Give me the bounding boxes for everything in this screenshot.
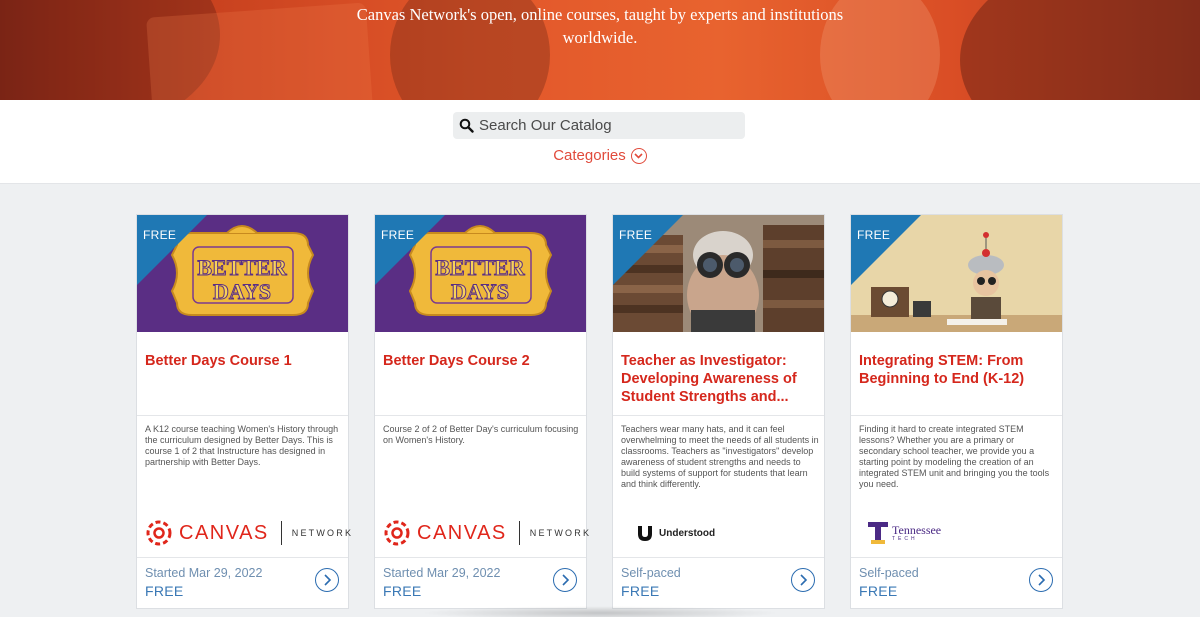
- provider-logo: CANVAS NETWORK: [383, 518, 589, 548]
- tennessee-wordmark: Tennessee: [892, 522, 942, 537]
- provider-logo: CANVAS NETWORK: [145, 518, 351, 548]
- search-input[interactable]: [479, 112, 734, 139]
- understood-logo-icon: [638, 526, 652, 541]
- svg-text:BETTER: BETTER: [435, 255, 525, 280]
- course-title[interactable]: Better Days Course 2: [383, 352, 579, 370]
- logo-separator: [280, 521, 282, 545]
- open-course-button[interactable]: [315, 568, 339, 592]
- course-start: Started Mar 29, 2022: [145, 566, 263, 580]
- canvas-wordmark: CANVAS: [417, 521, 507, 544]
- hero-tagline-line: Canvas Network's open, online courses, t…: [356, 5, 844, 24]
- course-start: Self-paced: [621, 566, 681, 580]
- course-thumbnail[interactable]: FREE: [851, 215, 1062, 332]
- course-title[interactable]: Integrating STEM: From Beginning to End …: [859, 352, 1055, 388]
- canvas-logo-icon: [146, 520, 172, 546]
- divider: [613, 415, 824, 416]
- free-badge: [613, 215, 683, 285]
- search-icon: [453, 112, 479, 139]
- tennessee-tech-logo: Tennessee TECH: [868, 522, 941, 544]
- scroll-shadow: [420, 606, 780, 617]
- canvas-network-logo: CANVAS NETWORK: [383, 519, 591, 547]
- svg-text:BETTER: BETTER: [197, 255, 287, 280]
- free-badge-label: FREE: [143, 228, 177, 242]
- course-card[interactable]: FREE Integrating STEM: From Beginning to…: [850, 214, 1063, 609]
- provider-logo: Understood: [621, 518, 817, 548]
- provider-logo: Tennessee TECH: [859, 518, 1055, 548]
- open-course-button[interactable]: [1029, 568, 1053, 592]
- svg-text:DAYS: DAYS: [451, 279, 509, 304]
- tennessee-tech-logo-icon: [868, 522, 888, 544]
- course-price: FREE: [383, 583, 422, 599]
- free-badge-label: FREE: [381, 228, 415, 242]
- course-description: Finding it hard to create integrated STE…: [859, 424, 1050, 489]
- free-badge: [137, 215, 207, 285]
- course-description: Teachers wear many hats, and it can feel…: [621, 424, 819, 489]
- course-start: Self-paced: [859, 566, 919, 580]
- search-section: Categories: [0, 100, 1200, 184]
- search-box[interactable]: [453, 112, 745, 139]
- hero-tagline: Canvas Network's open, online courses, t…: [0, 3, 1200, 49]
- course-title[interactable]: Teacher as Investigator: Developing Awar…: [621, 352, 817, 406]
- categories-dropdown[interactable]: Categories: [0, 147, 1200, 164]
- understood-wordmark: Understood: [659, 527, 716, 539]
- course-description: A K12 course teaching Women's History th…: [145, 424, 339, 467]
- course-price: FREE: [621, 583, 660, 599]
- free-badge: [851, 215, 921, 285]
- open-course-button[interactable]: [553, 568, 577, 592]
- network-wordmark: NETWORK: [291, 528, 354, 538]
- canvas-wordmark: CANVAS: [179, 521, 269, 544]
- course-card[interactable]: BETTER DAYS FREE Better Days Course 1 A …: [136, 214, 351, 609]
- free-badge: [375, 215, 445, 285]
- divider: [375, 415, 586, 416]
- divider: [851, 557, 1062, 558]
- network-wordmark: NETWORK: [529, 528, 592, 538]
- course-start: Started Mar 29, 2022: [383, 566, 501, 580]
- course-price: FREE: [145, 583, 184, 599]
- course-thumbnail[interactable]: BETTER DAYS FREE: [137, 215, 348, 332]
- course-card[interactable]: BETTER DAYS FREE Better Days Course 2 Co…: [374, 214, 589, 609]
- logo-separator: [518, 521, 520, 545]
- chevron-down-circle-icon: [630, 147, 647, 164]
- canvas-network-logo: CANVAS NETWORK: [145, 519, 353, 547]
- course-description: Course 2 of 2 of Better Day's curriculum…: [383, 424, 579, 445]
- free-badge-label: FREE: [619, 228, 653, 242]
- chevron-right-icon: [1038, 574, 1046, 586]
- course-thumbnail[interactable]: BETTER DAYS FREE: [375, 215, 586, 332]
- divider: [137, 415, 348, 416]
- chevron-right-icon: [324, 574, 332, 586]
- understood-logo: Understood: [636, 524, 715, 542]
- chevron-right-icon: [800, 574, 808, 586]
- hero-tagline-line: worldwide.: [562, 28, 638, 47]
- course-title[interactable]: Better Days Course 1: [145, 352, 341, 370]
- canvas-logo-icon: [384, 520, 410, 546]
- hero-banner: Canvas Network's open, online courses, t…: [0, 0, 1200, 100]
- divider: [851, 415, 1062, 416]
- divider: [137, 557, 348, 558]
- divider: [375, 557, 586, 558]
- open-course-button[interactable]: [791, 568, 815, 592]
- chevron-right-icon: [562, 574, 570, 586]
- course-card[interactable]: FREE Teacher as Investigator: Developing…: [612, 214, 825, 609]
- free-badge-label: FREE: [857, 228, 891, 242]
- categories-label: Categories: [553, 147, 626, 164]
- divider: [613, 557, 824, 558]
- course-price: FREE: [859, 583, 898, 599]
- tennessee-tech-wordmark: Tennessee TECH: [892, 522, 942, 542]
- svg-text:DAYS: DAYS: [213, 279, 271, 304]
- course-thumbnail[interactable]: FREE: [613, 215, 824, 332]
